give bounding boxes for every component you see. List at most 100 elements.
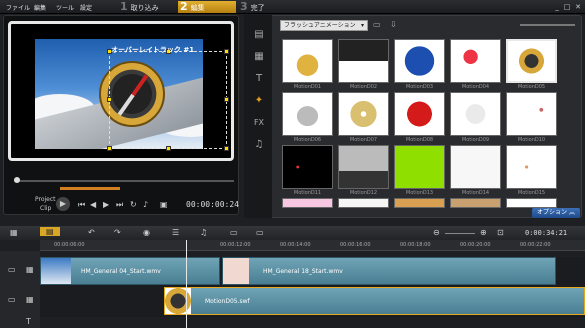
clip-thumbnail bbox=[165, 288, 191, 314]
overlay-clip[interactable]: MotionD05.swf bbox=[164, 287, 585, 315]
clip-mode-label[interactable]: Clip bbox=[40, 205, 51, 212]
library-thumbnail[interactable] bbox=[338, 92, 389, 136]
mixer-icon[interactable]: ☰ bbox=[172, 228, 179, 237]
menu-bar: ファイル 編集 ツール 設定 1 取り込み 2 編集 3 完了 _ □ ✕ bbox=[0, 0, 585, 14]
step-capture[interactable]: 1 取り込み bbox=[118, 1, 176, 13]
library-thumbnail[interactable] bbox=[282, 92, 333, 136]
timeline-ruler[interactable]: 00:00:06:00 00:00:12:00 00:00:14:00 00:0… bbox=[40, 240, 585, 251]
prev-frame-icon[interactable]: ◀ bbox=[90, 200, 96, 209]
maximize-icon[interactable]: □ bbox=[563, 3, 571, 11]
options-button[interactable]: オプション ︽ bbox=[532, 208, 580, 218]
subtitle-icon[interactable]: ▭ bbox=[256, 228, 264, 237]
step-number: 2 bbox=[180, 0, 188, 13]
video-clip-2[interactable]: HM_General 18_Start.wmv bbox=[222, 257, 556, 285]
playhead[interactable] bbox=[186, 240, 187, 328]
timeline-view-icon[interactable]: ▤ bbox=[40, 227, 60, 236]
library-thumbnail[interactable] bbox=[506, 92, 557, 136]
close-icon[interactable]: ✕ bbox=[574, 3, 582, 11]
step-edit[interactable]: 2 編集 bbox=[178, 1, 236, 13]
overlay-selection-box[interactable] bbox=[107, 49, 229, 151]
home-icon[interactable]: ⏮ bbox=[78, 200, 85, 210]
menu-edit[interactable]: 編集 bbox=[34, 3, 46, 12]
library-thumbnail[interactable] bbox=[450, 92, 501, 136]
resize-handle[interactable] bbox=[107, 146, 112, 151]
chapter-icon[interactable]: ▭ bbox=[230, 228, 238, 237]
zoom-in-icon[interactable]: ⊕ bbox=[480, 228, 487, 237]
end-icon[interactable]: ⏭ bbox=[116, 200, 123, 210]
thumbnail-size-slider[interactable] bbox=[520, 24, 575, 26]
ruler-tick: 00:00:06:00 bbox=[54, 242, 85, 248]
library-thumbnail[interactable] bbox=[394, 198, 445, 208]
scrub-knob[interactable] bbox=[14, 177, 20, 183]
step-label: 編集 bbox=[190, 4, 205, 12]
library-thumbnail[interactable] bbox=[506, 198, 557, 208]
track-toggle-icon[interactable]: ▦ bbox=[26, 295, 34, 304]
overlay-track-icon[interactable]: ▭ bbox=[8, 295, 16, 304]
library-thumbnail[interactable] bbox=[338, 145, 389, 189]
resize-handle[interactable] bbox=[224, 49, 229, 54]
import-icon[interactable]: ⇩ bbox=[390, 20, 397, 29]
resize-handle[interactable] bbox=[107, 97, 112, 102]
resize-handle[interactable] bbox=[166, 146, 171, 151]
trim-range-bar[interactable] bbox=[60, 187, 120, 190]
video-track-icon[interactable]: ▭ bbox=[8, 265, 16, 274]
library-thumbnail[interactable] bbox=[282, 145, 333, 189]
preview-scrub-bar[interactable] bbox=[14, 180, 234, 182]
step-share[interactable]: 3 完了 bbox=[238, 1, 296, 13]
library-thumbnail[interactable] bbox=[506, 39, 557, 83]
auto-music-icon[interactable]: ♫ bbox=[200, 228, 207, 237]
fx-icon[interactable]: FX bbox=[252, 117, 266, 129]
play-icon[interactable]: ▶ bbox=[56, 197, 70, 211]
media-icon[interactable]: ▤ bbox=[252, 29, 266, 41]
transition-icon[interactable]: ▦ bbox=[252, 51, 266, 63]
zoom-out-icon[interactable]: ⊖ bbox=[433, 228, 440, 237]
zoom-slider[interactable] bbox=[445, 233, 475, 234]
library-thumbnail[interactable] bbox=[338, 39, 389, 83]
record-icon[interactable]: ◉ bbox=[143, 228, 150, 237]
volume-icon[interactable]: ♪ bbox=[143, 200, 148, 209]
menu-file[interactable]: ファイル bbox=[6, 3, 30, 12]
library-thumbnail[interactable] bbox=[282, 39, 333, 83]
menu-settings[interactable]: 設定 bbox=[80, 3, 92, 12]
resize-handle[interactable] bbox=[224, 97, 229, 102]
library-thumbnail[interactable] bbox=[450, 198, 501, 208]
snapshot-icon[interactable]: ▣ bbox=[160, 200, 168, 209]
audio-icon[interactable]: ♫ bbox=[252, 139, 266, 151]
clip-label: HM_General 04_Start.wmv bbox=[81, 268, 161, 275]
graphic-icon[interactable]: ✦ bbox=[252, 95, 266, 107]
library-thumbnail[interactable] bbox=[450, 39, 501, 83]
resize-handle[interactable] bbox=[224, 146, 229, 151]
folder-icon[interactable]: ▭ bbox=[373, 20, 381, 29]
ruler-tick: 00:00:20:00 bbox=[460, 242, 491, 248]
clip-thumbnail bbox=[41, 258, 71, 284]
library-thumbnail[interactable] bbox=[506, 145, 557, 189]
redo-icon[interactable]: ↷ bbox=[114, 228, 121, 237]
fit-icon[interactable]: ⊡ bbox=[497, 228, 504, 237]
title-icon[interactable]: T bbox=[252, 73, 266, 85]
library-sidebar: ▤ ▦ T ✦ FX ♫ bbox=[244, 15, 272, 218]
video-clip-1[interactable]: HM_General 04_Start.wmv bbox=[40, 257, 220, 285]
storyboard-view-icon[interactable]: ▦ bbox=[10, 228, 18, 237]
library-thumbnail[interactable] bbox=[450, 145, 501, 189]
thumbnail-caption: MotionD02 bbox=[349, 84, 378, 90]
track-toggle-icon[interactable]: ▦ bbox=[26, 265, 34, 274]
preview-screen: オーバーレイトラック #1 bbox=[8, 21, 234, 161]
next-frame-icon[interactable]: ▶ bbox=[103, 200, 109, 209]
category-dropdown[interactable]: フラッシュアニメーション ▾ bbox=[280, 20, 368, 31]
timeline-timecode[interactable]: 0:00:34:21 bbox=[525, 229, 567, 237]
library-thumbnail[interactable] bbox=[338, 198, 389, 208]
library-thumbnail[interactable] bbox=[394, 92, 445, 136]
thumbnail-caption: MotionD13 bbox=[405, 190, 434, 196]
thumbnail-caption: MotionD11 bbox=[293, 190, 322, 196]
library-thumbnail[interactable] bbox=[394, 39, 445, 83]
library-thumbnail[interactable] bbox=[282, 198, 333, 208]
library-thumbnail[interactable] bbox=[394, 145, 445, 189]
menu-tools[interactable]: ツール bbox=[56, 3, 74, 12]
preview-timecode[interactable]: 00:00:00:24 bbox=[186, 200, 239, 209]
project-mode-label[interactable]: Project bbox=[35, 196, 56, 203]
repeat-icon[interactable]: ↻ bbox=[130, 200, 137, 209]
step-label: 取り込み bbox=[130, 4, 159, 12]
undo-icon[interactable]: ↶ bbox=[88, 228, 95, 237]
minimize-icon[interactable]: _ bbox=[553, 3, 561, 11]
title-track-icon[interactable]: T bbox=[26, 317, 31, 326]
